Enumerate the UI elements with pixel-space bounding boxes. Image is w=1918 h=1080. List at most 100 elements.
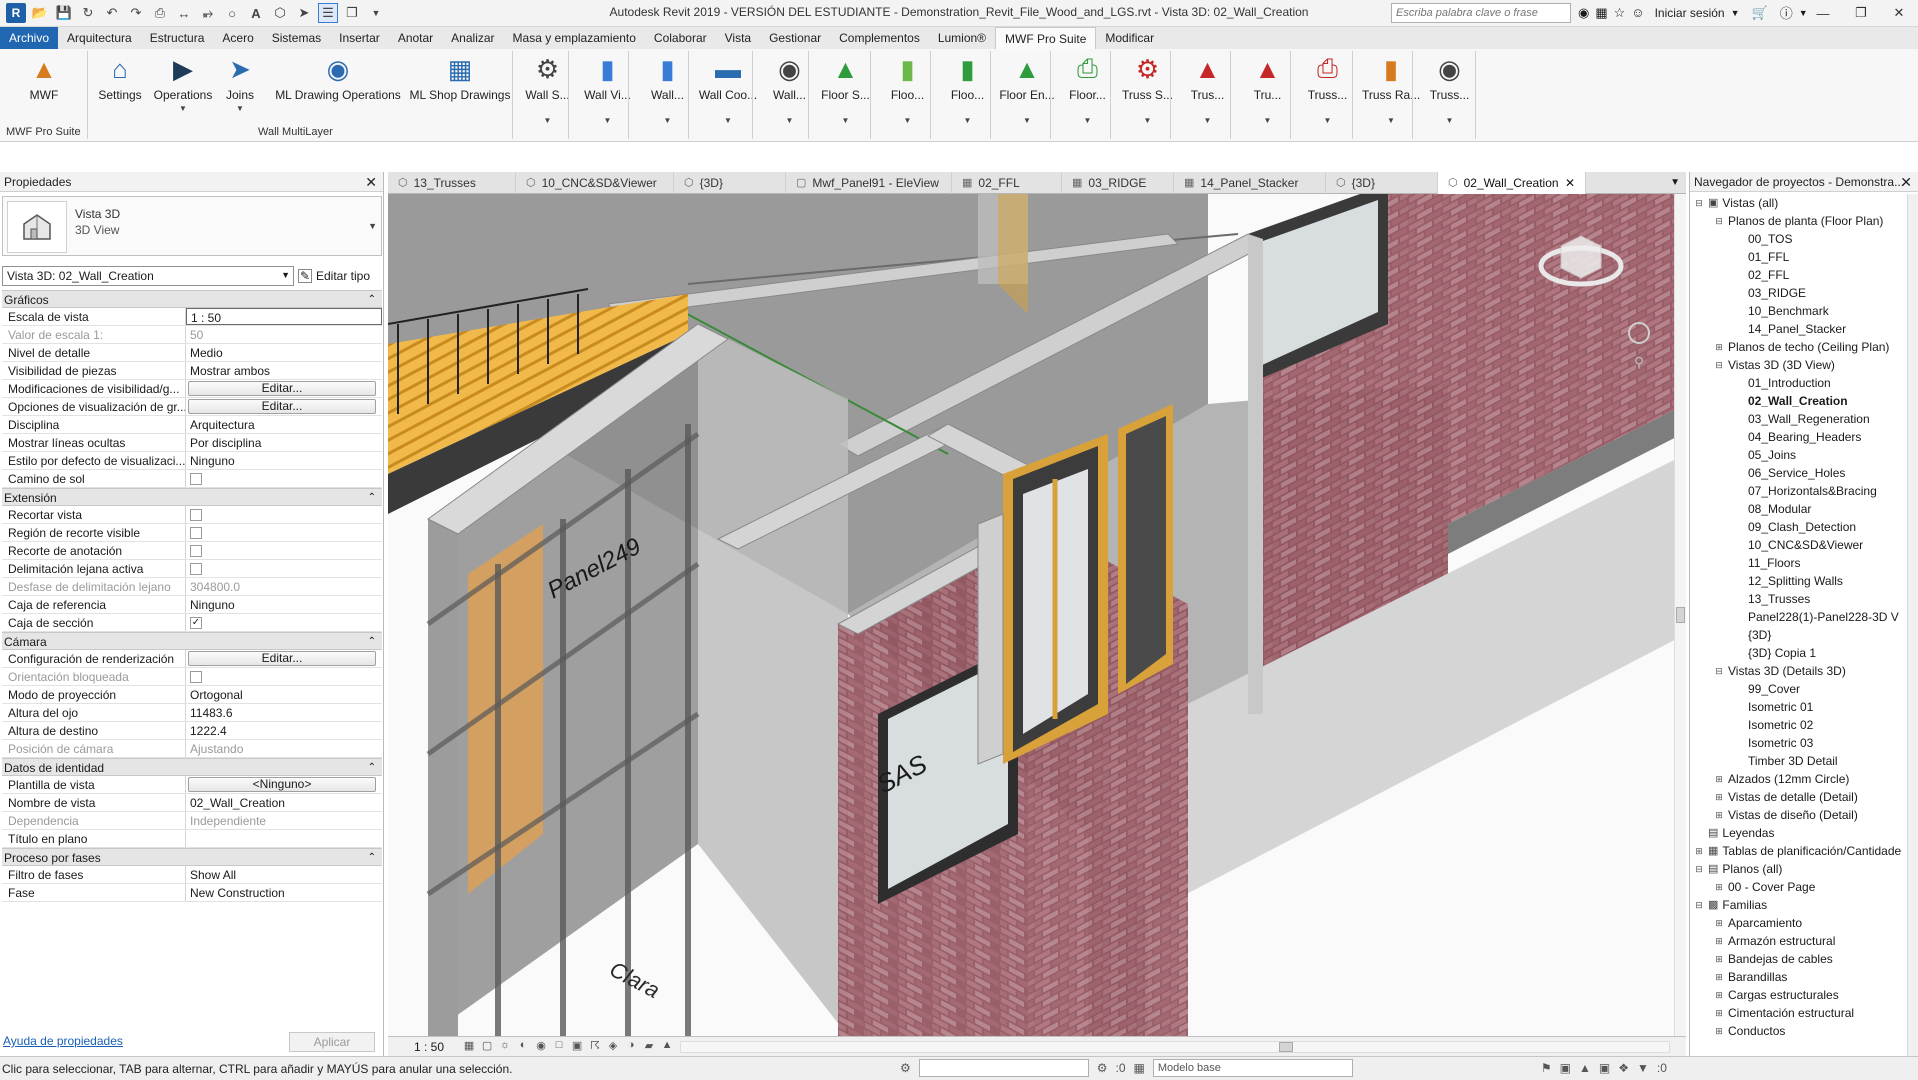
browser-node[interactable]: 03_Wall_Regeneration (1690, 410, 1908, 428)
user-icon[interactable]: ☺ (1631, 5, 1644, 20)
menu-tab-colaborar[interactable]: Colaborar (645, 27, 716, 49)
scrollbar-thumb[interactable] (1279, 1042, 1293, 1052)
chevron-up-icon[interactable]: ⌃ (368, 489, 376, 507)
property-value[interactable] (186, 470, 382, 487)
collapse-icon[interactable]: ⊟ (1694, 896, 1704, 914)
menu-tab-analizar[interactable]: Analizar (442, 27, 503, 49)
menu-tab-masa[interactable]: Masa y emplazamiento (504, 27, 645, 49)
browser-node[interactable]: 10_CNC&SD&Viewer (1690, 536, 1908, 554)
browser-node[interactable]: 07_Horizontals&Bracing (1690, 482, 1908, 500)
ribbon-button-12[interactable]: ▮ Floo... ▼ (880, 51, 935, 139)
workset-select[interactable] (918, 1059, 1089, 1077)
revit-r-icon[interactable]: R (6, 3, 26, 23)
property-value[interactable] (186, 560, 382, 577)
ribbon-button-1[interactable]: ⌂ Settings (95, 51, 145, 139)
expand-icon[interactable]: ⊞ (1714, 1022, 1724, 1040)
tabs-overflow-icon[interactable]: ▼ (1664, 172, 1686, 193)
browser-node[interactable]: 01_Introduction (1690, 374, 1908, 392)
browser-node[interactable]: {3D} (1690, 626, 1908, 644)
checkbox[interactable] (190, 545, 202, 557)
type-selector[interactable]: Vista 3D 3D View ▼ (2, 196, 382, 256)
cart-icon[interactable]: 🛒 (1752, 5, 1768, 21)
tag-icon[interactable]: ○ (222, 3, 242, 23)
reveal-hidden-icon[interactable]: ◑ (622, 1039, 640, 1055)
property-group-header[interactable]: Gráficos ⌃ (2, 290, 382, 308)
shadows-icon[interactable]: ◐ (514, 1039, 532, 1055)
browser-node[interactable]: Isometric 01 (1690, 698, 1908, 716)
browser-node[interactable]: ⊞ Bandejas de cables (1690, 950, 1908, 968)
model-select[interactable]: Modelo base (1152, 1059, 1353, 1077)
chevron-up-icon[interactable]: ⌃ (368, 849, 376, 867)
ribbon-button-14[interactable]: ▲ Floor En... ▼ (998, 51, 1056, 139)
text-icon[interactable]: A (246, 3, 266, 23)
apply-button[interactable]: Aplicar (289, 1032, 375, 1052)
chevron-up-icon[interactable]: ⌃ (368, 291, 376, 309)
browser-node[interactable]: Panel228(1)-Panel228-3D V (1690, 608, 1908, 626)
view-tab[interactable]: ⬡ 13_Trusses (388, 172, 516, 194)
menu-tab-archivo[interactable]: Archivo (0, 27, 59, 49)
view-tab[interactable]: ▦ 14_Panel_Stacker (1174, 172, 1326, 194)
menu-tab-complementos[interactable]: Complementos (830, 27, 929, 49)
pin-select-icon[interactable]: ⚑ (1541, 1061, 1552, 1075)
ribbon-button-7[interactable]: ▮ Wall Vi... ▼ (580, 51, 635, 139)
browser-node[interactable]: 09_Clash_Detection (1690, 518, 1908, 536)
browser-node[interactable]: ⊞ Vistas de detalle (Detail) (1690, 788, 1908, 806)
drag-select-icon[interactable]: ❖ (1618, 1061, 1629, 1075)
menu-tab-estructura[interactable]: Estructura (141, 27, 214, 49)
browser-node[interactable]: 13_Trusses (1690, 590, 1908, 608)
ribbon-button-5[interactable]: ▦ ML Shop Drawings (405, 51, 515, 139)
browser-scrollbar[interactable] (1907, 194, 1918, 1056)
menu-tab-arquitectura[interactable]: Arquitectura (58, 27, 141, 49)
help-icon[interactable]: ⓘ (1780, 3, 1793, 22)
expand-icon[interactable]: ⊞ (1714, 950, 1724, 968)
property-value[interactable]: Editar... (186, 650, 382, 667)
section-icon[interactable]: ➤ (294, 3, 314, 23)
menu-tab-mwf-pro-suite[interactable]: MWF Pro Suite (995, 27, 1097, 49)
checkbox[interactable] (190, 527, 202, 539)
chevron-up-icon[interactable]: ⌃ (368, 633, 376, 651)
instance-view-select[interactable]: Vista 3D: 02_Wall_Creation ▼ (2, 266, 294, 286)
menu-tab-modificar[interactable]: Modificar (1096, 27, 1163, 49)
browser-node[interactable]: ▤ Leyendas (1690, 824, 1908, 842)
checkbox[interactable] (190, 563, 202, 575)
browser-node[interactable]: ⊞ Cargas estructurales (1690, 986, 1908, 1004)
sun-path-icon[interactable]: ☼ (496, 1039, 514, 1055)
browser-node[interactable]: 03_RIDGE (1690, 284, 1908, 302)
property-edit-button[interactable]: Editar... (188, 381, 376, 396)
browser-node[interactable]: 02_FFL (1690, 266, 1908, 284)
expand-icon[interactable]: ⊞ (1714, 932, 1724, 950)
expand-icon[interactable]: ⊞ (1714, 338, 1724, 356)
chevron-down-icon[interactable]: ▼ (368, 221, 377, 231)
view-tab[interactable]: ⬡ 10_CNC&SD&Viewer (516, 172, 674, 194)
property-value[interactable]: Ninguno (186, 452, 382, 469)
star-icon[interactable]: ☆ (1614, 5, 1626, 21)
redo-icon[interactable]: ↷ (126, 3, 146, 23)
ribbon-button-8[interactable]: ▮ Wall... ▼ (640, 51, 695, 139)
browser-node[interactable]: ⊟ ▩ Familias (1690, 896, 1908, 914)
browser-node[interactable]: ⊟ Vistas 3D (3D View) (1690, 356, 1908, 374)
browser-node[interactable]: 12_Splitting Walls (1690, 572, 1908, 590)
chevron-up-icon[interactable]: ⌃ (368, 759, 376, 777)
property-value[interactable]: Arquitectura (186, 416, 382, 433)
ribbon-button-13[interactable]: ▮ Floo... ▼ (940, 51, 995, 139)
property-group-header[interactable]: Proceso por fases ⌃ (2, 848, 382, 866)
property-value[interactable] (186, 506, 382, 523)
browser-node[interactable]: ⊞ Barandillas (1690, 968, 1908, 986)
browser-node[interactable]: 05_Joins (1690, 446, 1908, 464)
browser-node[interactable]: 08_Modular (1690, 500, 1908, 518)
help-search-input[interactable] (1391, 3, 1571, 23)
worksets-icon[interactable]: ⚙ (900, 1061, 911, 1075)
collapse-icon[interactable]: ⊟ (1714, 356, 1724, 374)
browser-node[interactable]: ⊞ Conductos (1690, 1022, 1908, 1040)
menu-tab-vista[interactable]: Vista (716, 27, 760, 49)
render-icon[interactable]: ◉ (532, 1039, 550, 1055)
pinned-select-icon[interactable]: ▲ (1579, 1061, 1591, 1075)
property-value[interactable]: Editar... (186, 380, 382, 397)
subscription-icon[interactable]: ▦ (1595, 5, 1607, 21)
steering-wheel-icon[interactable] (1628, 322, 1650, 344)
temporary-view-icon[interactable]: ▰ (640, 1039, 658, 1055)
browser-node[interactable]: ⊟ ▤ Planos (all) (1690, 860, 1908, 878)
property-value[interactable] (186, 542, 382, 559)
browser-node[interactable]: ⊞ Planos de techo (Ceiling Plan) (1690, 338, 1908, 356)
3d-view-icon[interactable]: ⬡ (270, 3, 290, 23)
